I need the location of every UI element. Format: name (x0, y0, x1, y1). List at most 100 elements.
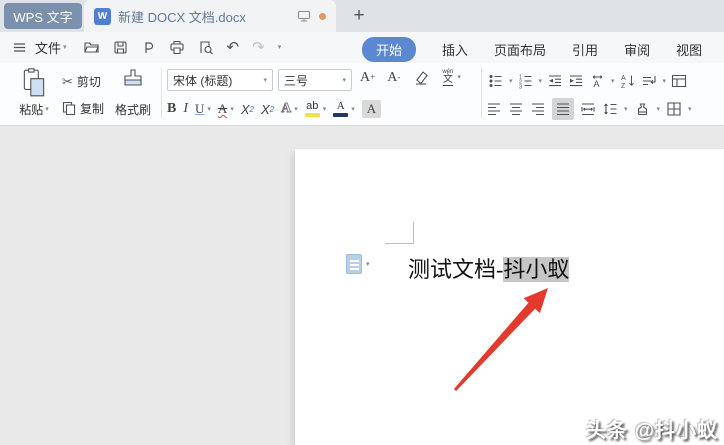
phonetic-guide-button[interactable]: wén 文 (442, 69, 453, 86)
align-center-button[interactable] (508, 101, 524, 117)
print-preview-icon[interactable] (198, 36, 214, 60)
print-icon[interactable] (169, 36, 185, 60)
character-scaling-button[interactable]: A (589, 73, 606, 89)
character-scaling-caret-icon[interactable]: ▾ (611, 78, 615, 85)
bullet-list-caret-icon[interactable]: ▾ (509, 78, 513, 85)
paste-button[interactable]: 粘贴 ▾ (8, 66, 60, 122)
format-painter-icon (121, 68, 145, 96)
character-shading-button[interactable]: A (361, 100, 382, 118)
phonetic-caret-icon[interactable]: ▾ (457, 74, 461, 81)
strikethrough-button[interactable]: A (218, 101, 227, 117)
borders-grid-icon (666, 101, 682, 117)
cut-label: 剪切 (76, 74, 101, 89)
font-size-combobox[interactable]: 三号 ▾ (278, 69, 352, 91)
justify-icon (557, 101, 569, 117)
file-menu[interactable]: 文件 (35, 38, 61, 57)
character-scaling-icon: A (589, 73, 606, 89)
line-spacing-caret-icon[interactable]: ▾ (624, 106, 628, 113)
grow-font-button[interactable]: A + (360, 70, 376, 85)
align-right-button[interactable] (530, 101, 546, 117)
ribbon-tab-home[interactable]: 开始 (362, 36, 417, 62)
font-color-caret-icon[interactable]: ▾ (351, 106, 355, 113)
show-marks-button[interactable] (641, 73, 658, 89)
undo-icon[interactable]: ↶ (227, 36, 240, 60)
bold-button[interactable]: B (167, 101, 176, 117)
sort-letter-a: A (621, 75, 626, 82)
font-name-combobox[interactable]: 宋体 (标题) ▾ (167, 69, 273, 91)
text-effects-button[interactable]: A (281, 101, 292, 117)
app-tab-label: WPS 文字 (13, 9, 73, 25)
highlight-swatch (304, 113, 320, 117)
quick-access-caret-icon[interactable]: ▾ (278, 44, 282, 51)
presentation-monitor-icon[interactable] (297, 9, 311, 23)
export-pdf-icon[interactable] (141, 36, 156, 60)
hamburger-menu-icon[interactable] (12, 36, 27, 60)
phonetic-hanzi: 文 (442, 74, 453, 86)
subscript-button[interactable]: X2 (261, 102, 274, 117)
highlight-color-button[interactable]: ab (304, 101, 320, 117)
shading-button[interactable] (634, 101, 651, 117)
justify-button[interactable] (552, 98, 574, 120)
underline-button[interactable]: U (195, 101, 204, 117)
distribute-button[interactable] (580, 101, 596, 117)
font-color-button[interactable]: A (333, 100, 349, 117)
increase-indent-button[interactable] (568, 73, 584, 89)
save-icon[interactable] (113, 36, 128, 60)
document-tab[interactable]: W 新建 DOCX 文档.docx (84, 0, 336, 32)
sort-button[interactable]: A Z (620, 73, 636, 89)
numbered-list-caret-icon[interactable]: ▾ (539, 78, 543, 85)
sort-az-icon: A Z (621, 75, 636, 89)
grow-font-sign: + (370, 72, 376, 82)
numbered-list-button[interactable]: 1 2 3 (518, 73, 534, 89)
paste-options-floater[interactable]: ▾ (346, 254, 370, 274)
decrease-indent-button[interactable] (547, 73, 563, 89)
font-size-caret-icon: ▾ (342, 76, 346, 84)
copy-button[interactable]: 复制 (62, 96, 104, 120)
borders-button[interactable] (666, 101, 682, 117)
redo-icon[interactable]: ↷ (252, 36, 265, 60)
svg-text:3: 3 (519, 85, 522, 90)
ribbon-tab-review[interactable]: 审阅 (624, 40, 650, 59)
align-left-button[interactable] (486, 101, 502, 117)
cut-button[interactable]: ✂ 剪切 (62, 69, 101, 93)
font-color-letter: A (336, 100, 345, 112)
strikethrough-letter: A (217, 101, 228, 116)
align-right-icon (532, 101, 544, 117)
shading-caret-icon[interactable]: ▾ (657, 106, 661, 113)
superscript-button[interactable]: X2 (241, 102, 254, 117)
highlight-caret-icon[interactable]: ▾ (323, 106, 327, 113)
numbered-list-icon: 1 2 3 (519, 75, 534, 90)
shrink-font-button[interactable]: A- (387, 70, 400, 85)
clear-formatting-button[interactable] (412, 70, 430, 86)
open-file-icon[interactable] (83, 36, 100, 60)
line-spacing-button[interactable] (602, 101, 618, 117)
format-painter-button[interactable]: 格式刷 (108, 66, 158, 122)
font-name-value: 宋体 (标题) (173, 73, 233, 88)
text-tool-button[interactable] (671, 73, 687, 89)
ribbon-tab-view[interactable]: 视图 (676, 40, 702, 59)
sort-letter-z: Z (621, 83, 626, 89)
ribbon-tab-page-layout[interactable]: 页面布局 (494, 40, 546, 59)
text-effects-caret-icon[interactable]: ▾ (294, 106, 298, 113)
new-tab-button[interactable]: + (346, 4, 372, 28)
margin-corner-mark (385, 222, 414, 244)
ribbon-tab-insert[interactable]: 插入 (442, 40, 468, 59)
underline-caret-icon[interactable]: ▾ (207, 106, 211, 113)
strikethrough-caret-icon[interactable]: ▾ (230, 106, 234, 113)
subscript-mark: 2 (269, 104, 275, 114)
borders-caret-icon[interactable]: ▾ (688, 106, 692, 113)
paste-options-caret-icon[interactable]: ▾ (366, 261, 370, 268)
align-left-icon (488, 101, 500, 117)
italic-button[interactable]: I (183, 101, 188, 117)
text-frame-icon (671, 73, 687, 89)
show-marks-caret-icon[interactable]: ▾ (663, 78, 667, 85)
paste-caret-icon: ▾ (45, 106, 49, 113)
format-painter-label: 格式刷 (114, 103, 151, 117)
clipboard-icon (20, 68, 48, 98)
app-tab-wps[interactable]: WPS 文字 (4, 3, 82, 29)
font-color-swatch (333, 113, 349, 117)
file-menu-caret-icon[interactable]: ▾ (63, 44, 67, 51)
bullet-list-button[interactable] (488, 73, 504, 89)
ribbon-tab-references[interactable]: 引用 (572, 40, 598, 59)
copy-icon (62, 101, 76, 115)
